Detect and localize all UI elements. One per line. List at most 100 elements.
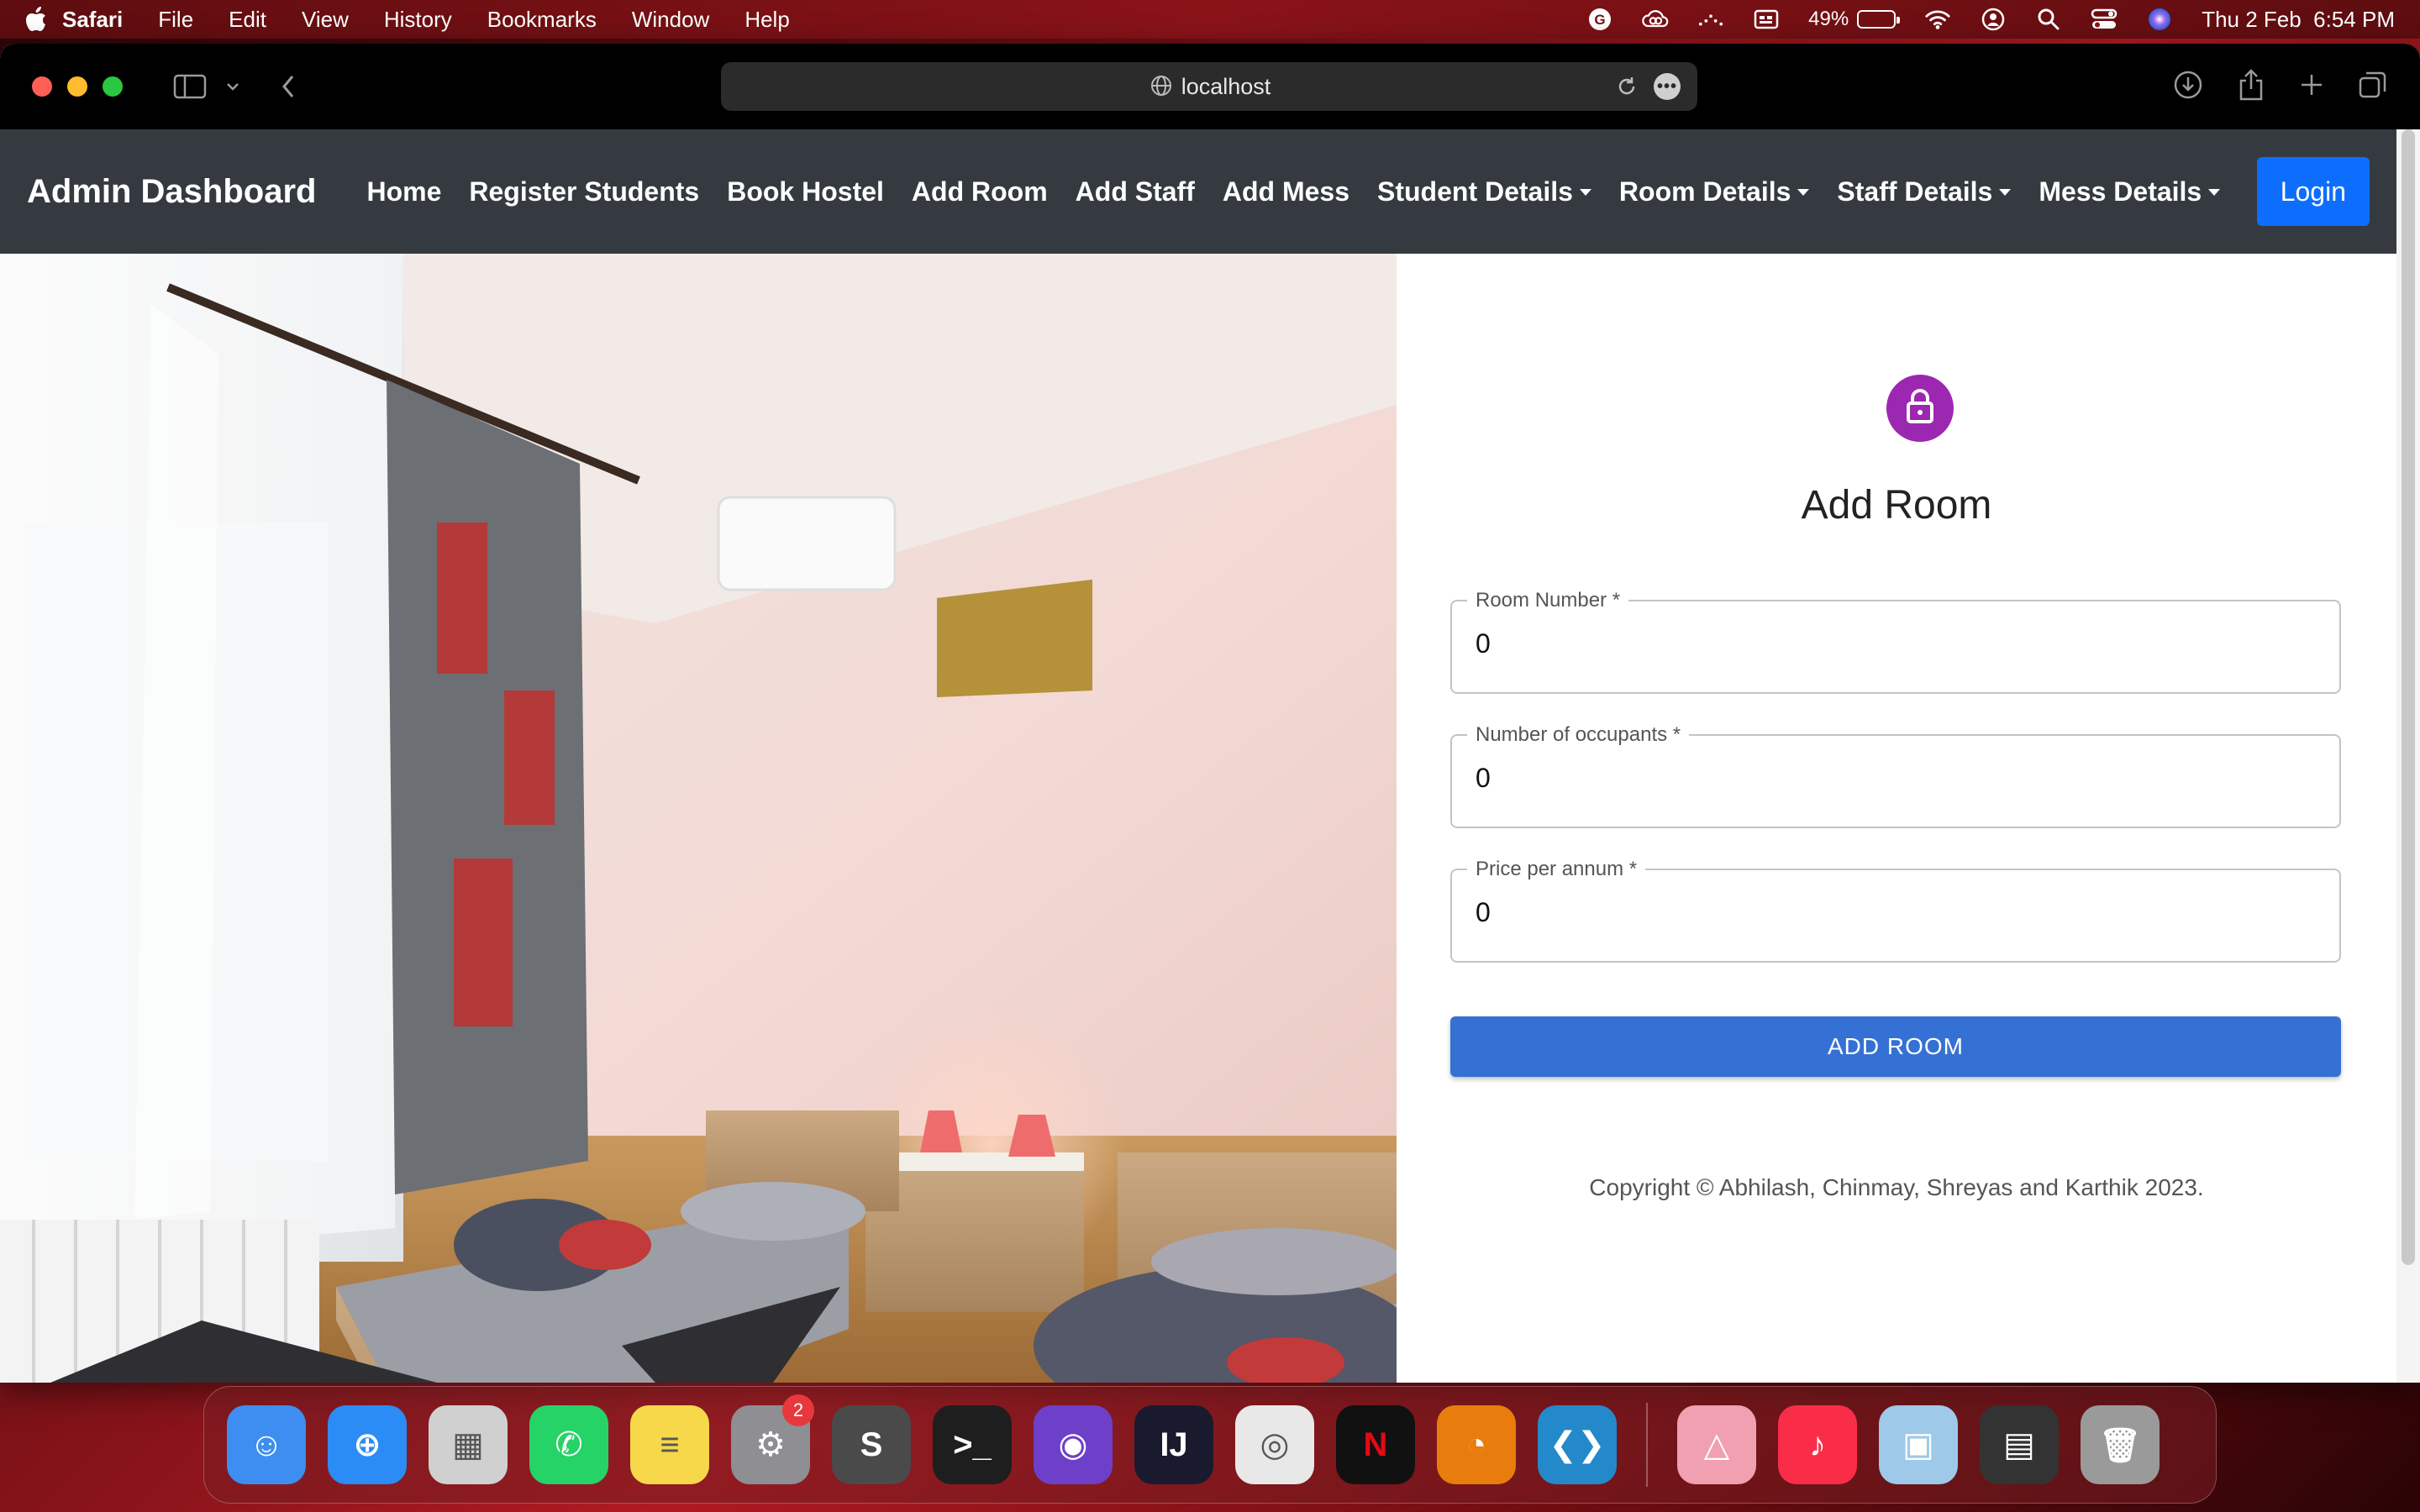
creative-cloud-icon[interactable]: [1642, 7, 1669, 32]
terminal-icon: >_: [933, 1405, 1012, 1484]
nav-link-home[interactable]: Home: [366, 176, 441, 207]
login-button[interactable]: Login: [2256, 157, 2370, 226]
chrome-icon: ◎: [1235, 1405, 1314, 1484]
occupants-label: Number of occupants *: [1467, 723, 1690, 747]
new-tab-icon[interactable]: [2299, 69, 2324, 101]
trash-icon: 🗑: [2081, 1405, 2160, 1484]
price-label: Price per annum *: [1467, 858, 1646, 881]
room-number-input[interactable]: [1476, 628, 2299, 659]
status-area: G 49% Thu 2 Feb 6:54 PM: [1586, 7, 2395, 33]
room-number-field[interactable]: Room Number *: [1450, 589, 2341, 694]
dock-app-finder[interactable]: ☺: [216, 1394, 317, 1495]
whatsapp-icon: ✆: [529, 1405, 608, 1484]
netflix-icon: N: [1336, 1405, 1415, 1484]
dock-app-affinity[interactable]: △: [1666, 1394, 1767, 1495]
hostel-room-illustration: [0, 254, 1397, 1383]
dock-app-intellij[interactable]: IJ: [1123, 1394, 1224, 1495]
lock-avatar: [1886, 375, 1954, 442]
chevron-down-icon[interactable]: [225, 81, 240, 92]
menu-file[interactable]: File: [158, 7, 193, 33]
main-content: Add Room Room Number * Number of occupan…: [0, 254, 2396, 1383]
page-menu-icon[interactable]: •••: [1654, 73, 1681, 100]
dock-app-launchpad[interactable]: ▦: [418, 1394, 518, 1495]
nav-dropdown-mess-details[interactable]: Mess Details: [2039, 176, 2220, 207]
dock-app-blender[interactable]: ◔: [1426, 1394, 1527, 1495]
dock-app-sublime[interactable]: S: [821, 1394, 922, 1495]
menu-window[interactable]: Window: [632, 7, 709, 33]
blender-icon: ◔: [1437, 1405, 1516, 1484]
nav-link-register-students[interactable]: Register Students: [469, 176, 699, 207]
menu-history[interactable]: History: [384, 7, 452, 33]
control-center-icon[interactable]: [2091, 7, 2118, 32]
dock-app-settings[interactable]: ⚙ 2: [720, 1394, 821, 1495]
menubar-clock[interactable]: Thu 2 Feb 6:54 PM: [2202, 7, 2395, 33]
url-text: localhost: [1181, 73, 1271, 99]
safari-icon: ⊕: [328, 1405, 407, 1484]
macos-menubar: Safari File Edit View History Bookmarks …: [0, 0, 2420, 39]
vscode-icon: ❮❯: [1538, 1405, 1617, 1484]
room-number-label: Room Number *: [1467, 589, 1629, 612]
menu-edit[interactable]: Edit: [229, 7, 266, 33]
dock-app-vscode[interactable]: ❮❯: [1527, 1394, 1628, 1495]
battery-indicator[interactable]: 49%: [1808, 8, 1901, 31]
nav-link-add-room[interactable]: Add Room: [912, 176, 1048, 207]
nav-link-add-mess[interactable]: Add Mess: [1223, 176, 1349, 207]
nav-link-add-staff[interactable]: Add Staff: [1076, 176, 1195, 207]
dock-app-trash[interactable]: 🗑: [2070, 1394, 2170, 1495]
add-room-form-pane: Add Room Room Number * Number of occupan…: [1397, 254, 2396, 1383]
apple-menu-icon[interactable]: [25, 7, 62, 32]
zoom-window-button[interactable]: [103, 76, 123, 97]
browser-toolbar: localhost •••: [0, 44, 2420, 129]
minimize-window-button[interactable]: [67, 76, 87, 97]
activity-icon[interactable]: [1697, 7, 1724, 32]
music-icon: ♪: [1778, 1405, 1857, 1484]
occupants-input[interactable]: [1476, 763, 2299, 794]
downloads-icon[interactable]: [2173, 69, 2203, 101]
back-arrow-icon[interactable]: [281, 74, 296, 99]
dock-app-terminal[interactable]: >_: [922, 1394, 1023, 1495]
menu-bookmarks[interactable]: Bookmarks: [487, 7, 597, 33]
price-field[interactable]: Price per annum *: [1450, 858, 2341, 963]
menu-view[interactable]: View: [302, 7, 349, 33]
grammarly-icon[interactable]: G: [1586, 7, 1613, 32]
page-scrollbar[interactable]: [2396, 129, 2420, 1383]
preview-icon: ▣: [1879, 1405, 1958, 1484]
dock-app-preview[interactable]: ▣: [1868, 1394, 1969, 1495]
keyboard-input-icon[interactable]: [1753, 7, 1780, 32]
address-bar[interactable]: localhost •••: [721, 62, 1697, 111]
dock-app-music[interactable]: ♪: [1767, 1394, 1868, 1495]
tab-overview-icon[interactable]: [2358, 69, 2388, 101]
reload-icon[interactable]: [1615, 75, 1639, 104]
web-page: Admin Dashboard Home Register Students B…: [0, 129, 2396, 1383]
nav-dropdown-room-details[interactable]: Room Details: [1619, 176, 1809, 207]
user-account-icon[interactable]: [1980, 7, 2007, 32]
navbar-brand[interactable]: Admin Dashboard: [27, 173, 316, 211]
close-window-button[interactable]: [32, 76, 52, 97]
dock-app-notes[interactable]: ≡: [619, 1394, 720, 1495]
nav-link-book-hostel[interactable]: Book Hostel: [727, 176, 884, 207]
nav-dropdown-student-details[interactable]: Student Details: [1377, 176, 1591, 207]
nav-dropdown-staff-details[interactable]: Staff Details: [1837, 176, 2011, 207]
price-input[interactable]: [1476, 897, 2299, 928]
siri-icon[interactable]: [2146, 7, 2173, 32]
copyright-text: Copyright © Abhilash, Chinmay, Shreyas a…: [1589, 1174, 2204, 1200]
sidebar-toggle-icon[interactable]: [173, 74, 207, 99]
dock-app-chrome[interactable]: ◎: [1224, 1394, 1325, 1495]
share-icon[interactable]: [2237, 69, 2265, 101]
dock-app-whatsapp[interactable]: ✆: [518, 1394, 619, 1495]
spotlight-search-icon[interactable]: [2035, 7, 2062, 32]
menu-app-name[interactable]: Safari: [62, 7, 123, 33]
window-thumbnail-icon: ▤: [1980, 1405, 2059, 1484]
intellij-icon: IJ: [1134, 1405, 1213, 1484]
add-room-button[interactable]: ADD ROOM: [1450, 1016, 2341, 1077]
wifi-icon[interactable]: [1924, 7, 1951, 32]
dock-app-netflix[interactable]: N: [1325, 1394, 1426, 1495]
dock-app-window-thumbnail[interactable]: ▤: [1969, 1394, 2070, 1495]
menu-help[interactable]: Help: [744, 7, 789, 33]
dock-app-github[interactable]: ◉: [1023, 1394, 1123, 1495]
scrollbar-thumb[interactable]: [2402, 129, 2415, 1265]
dock-app-safari[interactable]: ⊕: [317, 1394, 418, 1495]
occupants-field[interactable]: Number of occupants *: [1450, 723, 2341, 828]
battery-icon: [1857, 10, 1901, 29]
finder-icon: ☺: [227, 1405, 306, 1484]
